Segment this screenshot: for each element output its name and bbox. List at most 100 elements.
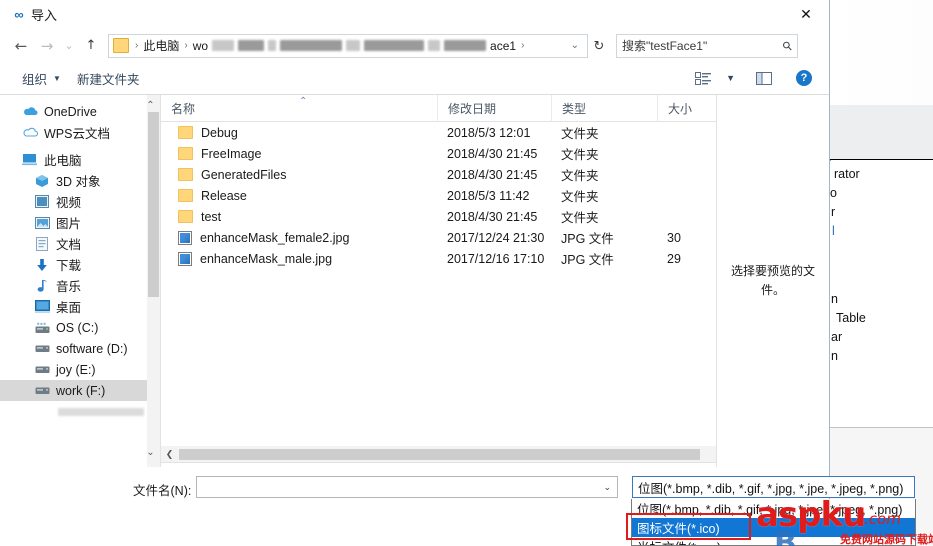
file-date-cell: 2018/5/3 11:42 <box>447 188 530 203</box>
view-list-icon[interactable] <box>690 67 716 89</box>
file-date-cell: 2017/12/24 21:30 <box>447 230 545 245</box>
preview-message: 选择要预览的文件。 <box>730 264 815 297</box>
music-glyph <box>37 279 47 292</box>
sidebar-item-documents[interactable]: 文档 <box>0 233 160 254</box>
sidebar-item-joy-e[interactable]: joy (E:) <box>0 359 160 380</box>
sidebar-item-pictures[interactable]: 图片 <box>0 212 160 233</box>
jpg-file-icon <box>178 251 192 266</box>
sidebar-item-os-c[interactable]: OS (C:) <box>0 317 160 338</box>
new-folder-button[interactable]: 新建文件夹 <box>69 66 148 90</box>
file-size-cell: 30 <box>667 230 681 245</box>
search-input[interactable]: 搜索"testFace1" ⚲ <box>616 33 798 58</box>
refresh-icon[interactable]: ↻ <box>588 34 610 58</box>
file-name: GeneratedFiles <box>201 167 287 182</box>
file-date-cell: 2018/4/30 21:45 <box>447 209 538 224</box>
column-header-date[interactable]: 修改日期 <box>437 94 551 122</box>
file-date-cell: 2018/5/3 12:01 <box>447 125 531 140</box>
sidebar-item-onedrive[interactable]: OneDrive <box>0 101 160 122</box>
folder-icon <box>178 147 193 160</box>
file-name-cell: enhanceMask_female2.jpg <box>161 230 437 245</box>
file-type-cell: JPG 文件 <box>561 232 614 246</box>
sidebar-item-videos[interactable]: 视频 <box>0 191 160 212</box>
sidebar-label: 桌面 <box>56 301 82 315</box>
address-bar[interactable]: › 此电脑 › wo ace1 › ⌄ <box>108 33 588 58</box>
clipped-label <box>58 407 144 416</box>
nav-scrollbar-thumb[interactable] <box>148 112 159 297</box>
filetype-option-bitmap[interactable]: 位图(*.bmp, *.dib, *.gif, *.jpg, *.jpe, *.… <box>632 499 915 518</box>
sidebar-item-3d-objects[interactable]: 3D 对象 <box>0 170 160 191</box>
filetype-option-icon[interactable]: 图标文件(*.ico) <box>632 518 915 537</box>
hscrollbar-thumb[interactable] <box>179 448 700 460</box>
sidebar-item-wps-cloud[interactable]: WPS云文档 <box>0 122 160 143</box>
filename-input[interactable]: ⌄ <box>196 476 618 498</box>
sidebar-item-clipped[interactable] <box>0 401 160 422</box>
scroll-down-icon[interactable]: ⌄ <box>144 444 157 460</box>
bg-fragment-2: r <box>831 205 836 219</box>
infinity-icon: ∞ <box>14 6 24 22</box>
drive-icon <box>34 341 50 357</box>
onedrive-icon <box>22 104 38 120</box>
onedrive-glyph <box>24 107 38 116</box>
breadcrumb-work[interactable]: wo <box>191 39 210 53</box>
column-header-size[interactable]: 大小 <box>657 94 719 122</box>
background-window[interactable]: rator o r l n Table ar n <box>828 0 933 546</box>
help-button[interactable]: ? <box>791 67 817 89</box>
column-label: 类型 <box>562 101 587 116</box>
sidebar-label: 音乐 <box>56 280 82 294</box>
sidebar-label: joy (E:) <box>56 362 96 377</box>
sidebar-item-work-f[interactable]: work (F:) <box>0 380 160 401</box>
file-date-cell: 2018/4/30 21:45 <box>447 146 538 161</box>
file-date-cell: 2017/12/16 17:10 <box>447 251 545 266</box>
system-drive-glyph <box>35 322 49 333</box>
breadcrumb-this-pc[interactable]: 此电脑 <box>141 37 181 54</box>
preview-pane-icon[interactable] <box>751 67 777 89</box>
chevron-down-icon[interactable]: ⌄ <box>603 482 611 493</box>
scroll-up-icon[interactable]: ⌃ <box>144 97 157 113</box>
wps-cloud-icon <box>22 125 38 141</box>
folder-icon <box>178 126 193 139</box>
column-header-type[interactable]: 类型 <box>551 94 657 122</box>
redacted-segment-2 <box>268 40 277 51</box>
downloads-glyph <box>37 258 47 271</box>
filetype-combo[interactable]: 位图(*.bmp, *.dib, *.gif, *.jpg, *.jpe, *.… <box>632 476 915 498</box>
help-icon: ? <box>796 70 812 86</box>
sidebar-label: software (D:) <box>56 341 128 356</box>
breadcrumb-current[interactable]: ace1 <box>488 39 518 53</box>
file-type-cell: 文件夹 <box>561 127 599 141</box>
close-icon[interactable]: ✕ <box>783 0 829 29</box>
sidebar-label: OneDrive <box>44 104 97 119</box>
file-name-cell: FreeImage <box>161 147 437 161</box>
filename-label: 文件名(N): <box>133 484 192 498</box>
sidebar-item-software-d[interactable]: software (D:) <box>0 338 160 359</box>
file-name-cell: enhanceMask_male.jpg <box>161 251 437 266</box>
folder-icon <box>113 38 129 53</box>
filetype-option-cursor[interactable]: 光标文件(*.cur) <box>632 537 915 545</box>
hscroll-left-icon[interactable]: ❮ <box>161 446 178 462</box>
organize-button[interactable]: 组织 ▼ <box>14 66 69 90</box>
navigation-pane[interactable]: OneDrive WPS云文档 此电脑 3D 对象 视频 图片 文档 下载 音乐… <box>0 95 160 467</box>
folder-icon <box>178 210 193 223</box>
view-list-glyph <box>694 71 711 85</box>
chevron-down-icon: ▼ <box>53 73 61 83</box>
sidebar-item-downloads[interactable]: 下载 <box>0 254 160 275</box>
redacted-segment-7 <box>444 40 487 51</box>
sidebar-item-desktop[interactable]: 桌面 <box>0 296 160 317</box>
videos-glyph <box>35 195 49 208</box>
column-header-name[interactable]: 名称 ⌃ <box>161 95 437 122</box>
3d-objects-icon <box>34 173 50 189</box>
history-dropdown-icon[interactable]: ⌄ <box>60 33 78 59</box>
filetype-dropdown-list[interactable]: 位图(*.bmp, *.dib, *.gif, *.jpg, *.jpe, *.… <box>631 499 916 546</box>
system-drive-icon <box>34 320 50 336</box>
up-button[interactable]: ↑ <box>78 33 104 59</box>
file-name: enhanceMask_female2.jpg <box>200 230 350 245</box>
view-chevron-down-icon[interactable]: ▼ <box>726 73 735 83</box>
back-button[interactable]: ← <box>8 33 34 59</box>
sidebar-item-music[interactable]: 音乐 <box>0 275 160 296</box>
3d-objects-glyph <box>36 174 48 187</box>
sidebar-item-this-pc[interactable]: 此电脑 <box>0 149 160 170</box>
chevron-down-icon[interactable]: ⌄ <box>571 40 585 51</box>
toolbar: 组织 ▼ 新建文件夹 ▼ ? <box>0 62 829 95</box>
file-name: test <box>201 209 222 224</box>
forward-button[interactable]: → <box>34 33 60 59</box>
sidebar-label: 文档 <box>56 238 82 252</box>
